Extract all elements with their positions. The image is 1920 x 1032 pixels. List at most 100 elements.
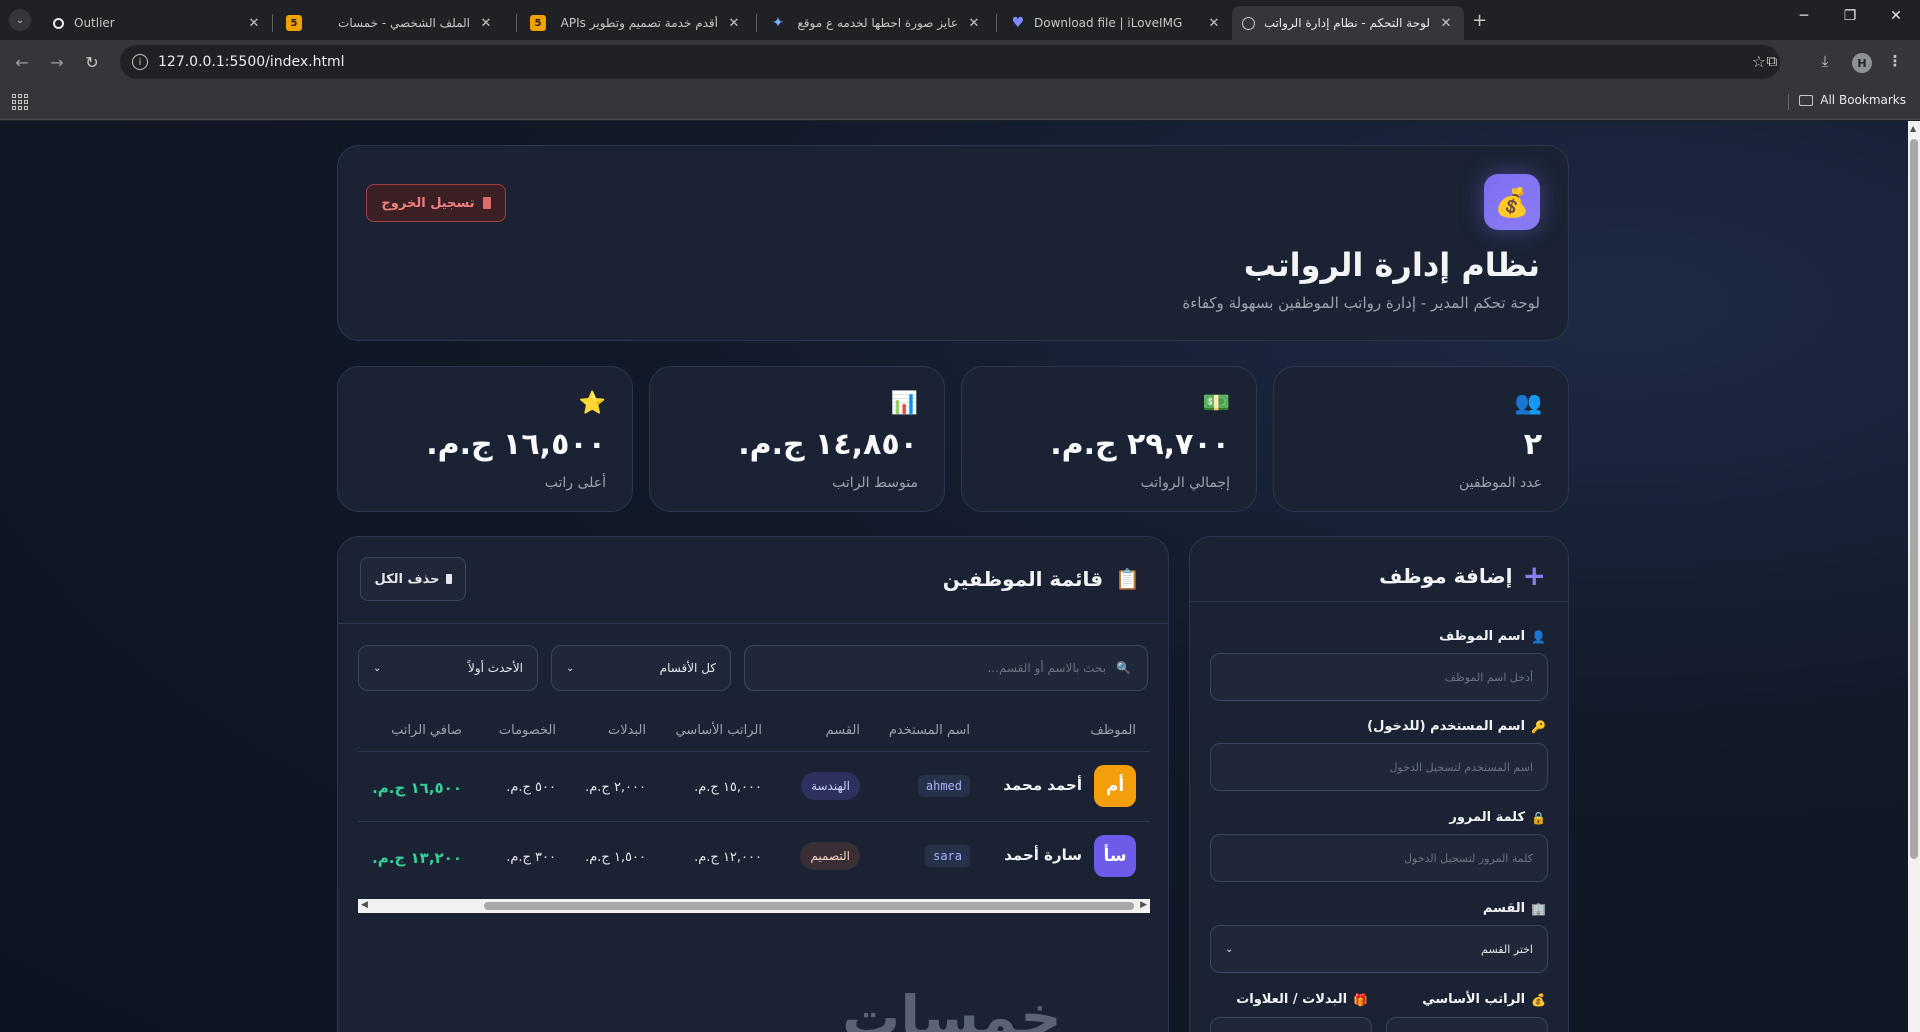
back-arrow-icon[interactable]: ← xyxy=(10,50,34,74)
close-tab-icon[interactable]: ✕ xyxy=(246,16,262,31)
divider xyxy=(1190,601,1568,602)
site-info-icon[interactable]: i xyxy=(132,54,148,70)
employee-name-input[interactable]: أدخل اسم الموظف xyxy=(1210,653,1548,701)
plus-icon: + xyxy=(1522,559,1546,592)
apps-grid-icon[interactable] xyxy=(12,94,28,110)
delete-all-button[interactable]: حذف الكل xyxy=(360,557,466,601)
department-select-value: اختر القسم xyxy=(1481,942,1533,956)
tab-divider xyxy=(756,14,757,32)
net-salary-cell: ١٦,٥٠٠ ج.م. xyxy=(372,779,462,797)
deductions-cell: ٣٠٠ ج.م. xyxy=(506,850,556,865)
tab-khamsat-profile[interactable]: 5 الملف الشخصي - خمسات ✕ xyxy=(276,6,504,40)
stat-card-average-salary: 📊 ١٤,٨٥٠ ج.م. متوسط الراتب xyxy=(649,366,945,512)
tab-khamsat-apis[interactable]: 5 أقدم خدمة تصميم وتطوير APIs ✕ xyxy=(520,6,752,40)
bookmarks-divider xyxy=(1788,94,1789,110)
column-header-allowances[interactable]: البدلات xyxy=(608,723,646,738)
scrollbar-thumb[interactable] xyxy=(484,902,1134,910)
allowances-input[interactable] xyxy=(1210,1017,1372,1032)
net-salary-cell: ١٣,٢٠٠ ج.م. xyxy=(372,849,462,867)
column-header-department[interactable]: القسم xyxy=(826,723,860,738)
tab-title: الملف الشخصي - خمسات xyxy=(338,16,470,30)
minimize-icon[interactable]: ─ xyxy=(1784,8,1824,24)
tab-title: أقدم خدمة تصميم وتطوير APIs xyxy=(560,16,718,30)
stat-card-highest-salary: ⭐ ١٦,٥٠٠ ج.م. أعلى راتب xyxy=(337,366,633,512)
stat-label: عدد الموظفين xyxy=(1459,475,1542,491)
username-input[interactable]: اسم المستخدم لتسجيل الدخول xyxy=(1210,743,1548,791)
extensions-icon[interactable]: ⧉ xyxy=(1762,52,1782,72)
url-text: 127.0.0.1:5500/index.html xyxy=(158,54,345,70)
gift-icon: 🎁 xyxy=(1353,992,1368,1007)
department-label: 🏢 القسم xyxy=(1483,901,1546,916)
bar-chart-icon: 📊 xyxy=(890,391,918,416)
column-header-deductions[interactable]: الخصومات xyxy=(499,723,556,738)
reload-icon[interactable]: ↻ xyxy=(80,50,104,74)
password-input[interactable]: كلمة المرور لتسجيل الدخول xyxy=(1210,834,1548,882)
restore-icon[interactable]: ❐ xyxy=(1830,8,1870,24)
field-label: البدلات / العلاوات xyxy=(1236,992,1348,1007)
stat-label: أعلى راتب xyxy=(544,475,606,491)
stat-value: ٢ xyxy=(1523,427,1542,462)
watermark: خمسات xyxy=(842,983,1062,1032)
department-filter-value: كل الأقسام xyxy=(659,661,716,675)
allowances-label: 🎁 البدلات / العلاوات xyxy=(1236,992,1368,1007)
tab-payroll-dashboard[interactable]: لوحة التحكم - نظام إدارة الرواتب ✕ xyxy=(1232,6,1464,40)
tab-iloveimg[interactable]: ♥ Download file | iLoveIMG ✕ xyxy=(1000,6,1232,40)
scroll-up-icon[interactable]: ▲ xyxy=(1910,124,1916,133)
download-icon[interactable]: ⤓ xyxy=(1815,52,1835,72)
department-select[interactable]: اختر القسم ⌄ xyxy=(1210,925,1548,973)
address-bar[interactable]: i 127.0.0.1:5500/index.html ☆ xyxy=(120,45,1780,79)
employee-list-title: قائمة الموظفين xyxy=(942,567,1104,591)
search-icon: 🔍 xyxy=(1116,661,1131,675)
logout-button[interactable]: تسجيل الخروج xyxy=(366,184,506,222)
forward-arrow-icon[interactable]: → xyxy=(45,50,69,74)
tab-outlier[interactable]: Outlier ✕ xyxy=(40,6,272,40)
search-placeholder: بحث بالاسم أو القسم... xyxy=(987,661,1107,675)
banknote-icon: 💵 xyxy=(1202,391,1230,416)
base-salary-input[interactable] xyxy=(1386,1017,1548,1032)
page-scrollbar[interactable]: ▲ xyxy=(1908,121,1920,1032)
employee-name-label: 👤 اسم الموظف xyxy=(1439,629,1546,644)
all-bookmarks-button[interactable]: All Bookmarks xyxy=(1799,93,1906,107)
divider xyxy=(358,821,1150,822)
globe-icon xyxy=(1242,16,1255,30)
close-tab-icon[interactable]: ✕ xyxy=(1438,16,1454,31)
column-header-net-salary[interactable]: صافي الراتب xyxy=(391,723,462,738)
key-icon: 🔑 xyxy=(1531,719,1546,734)
employee-name: سارة أحمد xyxy=(1004,846,1082,864)
close-window-icon[interactable]: ✕ xyxy=(1876,8,1916,24)
sort-select[interactable]: الأحدث أولاً ⌄ xyxy=(358,645,538,691)
table-horizontal-scrollbar[interactable]: ◀ ▶ xyxy=(358,899,1150,913)
payroll-dashboard-page: 💰 نظام إدارة الرواتب لوحة تحكم المدير - … xyxy=(0,121,1908,1032)
close-tab-icon[interactable]: ✕ xyxy=(966,16,982,31)
divider xyxy=(358,751,1150,752)
chevron-down-icon: ⌄ xyxy=(1225,943,1234,955)
trash-icon xyxy=(445,574,452,584)
base-salary-label: 💰 الراتب الأساسي xyxy=(1422,992,1546,1007)
page-title: نظام إدارة الرواتب xyxy=(1243,246,1540,284)
employee-list-card: 📋 قائمة الموظفين حذف الكل 🔍 بحث بالاسم أ… xyxy=(337,536,1169,1032)
delete-all-label: حذف الكل xyxy=(374,571,440,587)
profile-avatar[interactable]: H xyxy=(1852,53,1872,73)
close-tab-icon[interactable]: ✕ xyxy=(1206,16,1222,31)
tab-gemini[interactable]: ✦ عايز صورة احطها لخدمه ع موقع ✕ xyxy=(760,6,992,40)
close-tab-icon[interactable]: ✕ xyxy=(726,16,742,31)
scroll-right-icon[interactable]: ▶ xyxy=(1140,900,1147,910)
search-input[interactable]: 🔍 بحث بالاسم أو القسم... xyxy=(744,645,1148,691)
department-filter-select[interactable]: كل الأقسام ⌄ xyxy=(551,645,731,691)
khamsat-favicon-icon: 5 xyxy=(286,15,302,31)
column-header-employee[interactable]: الموظف xyxy=(1090,723,1136,738)
menu-kebab-icon[interactable]: ⋮ xyxy=(1885,52,1905,72)
gemini-spark-icon: ✦ xyxy=(772,15,784,31)
scrollbar-thumb[interactable] xyxy=(1910,139,1918,859)
close-tab-icon[interactable]: ✕ xyxy=(478,16,494,31)
new-tab-button[interactable]: + xyxy=(1472,10,1487,31)
all-bookmarks-label: All Bookmarks xyxy=(1820,93,1906,107)
column-header-base-salary[interactable]: الراتب الأساسي xyxy=(676,723,762,738)
username-badge: sara xyxy=(925,845,970,867)
tab-search-button[interactable]: ⌄ xyxy=(9,9,31,31)
folder-icon xyxy=(1799,94,1814,106)
browser-toolbar: ← → ↻ i 127.0.0.1:5500/index.html ☆ ⧉ ⤓ … xyxy=(0,40,1920,84)
scroll-left-icon[interactable]: ◀ xyxy=(361,900,368,910)
column-header-username[interactable]: اسم المستخدم xyxy=(889,723,970,738)
password-label: 🔒 كلمة المرور xyxy=(1449,810,1546,825)
